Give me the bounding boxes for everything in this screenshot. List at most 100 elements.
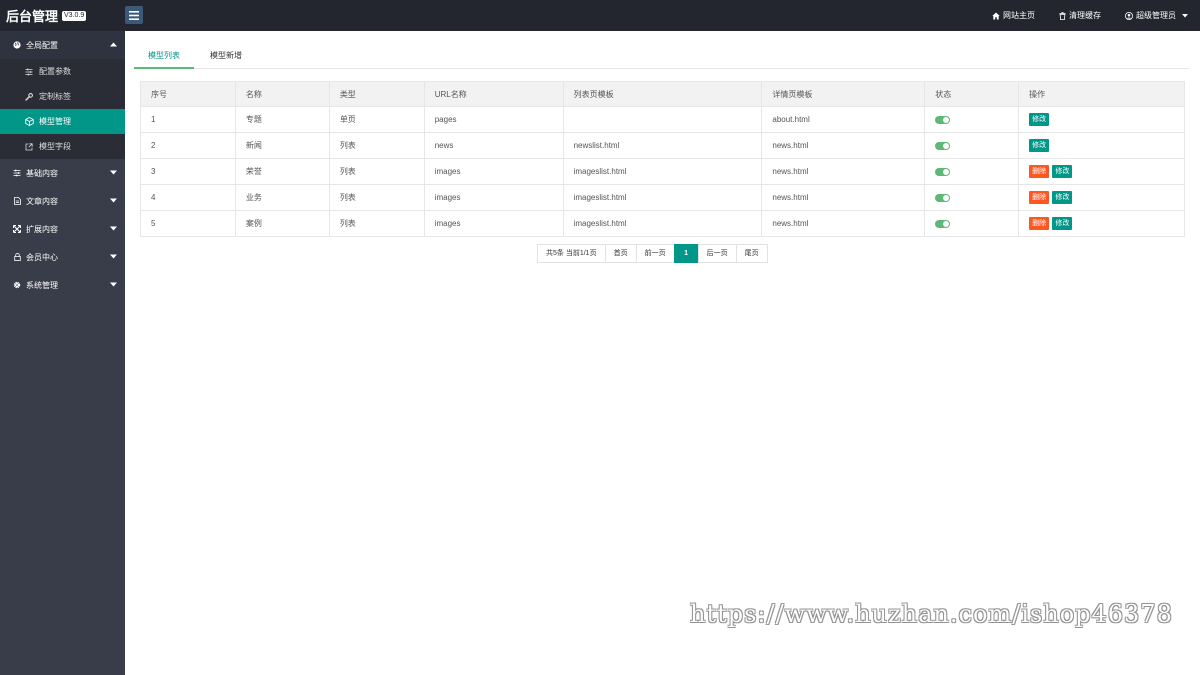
cell-status xyxy=(924,106,1020,133)
cube-icon xyxy=(24,117,34,127)
status-toggle[interactable] xyxy=(935,193,951,202)
cell-type: 列表 xyxy=(328,210,425,237)
cell-actions: 删除 修改 xyxy=(1018,158,1185,185)
tab-model-list[interactable]: 模型列表 xyxy=(134,44,194,69)
external-link-icon xyxy=(24,142,34,152)
cell-detail-template: about.html xyxy=(761,106,926,133)
gear-icon xyxy=(12,280,22,290)
cell-list-template xyxy=(562,106,763,133)
sidebar-group-basic-content[interactable]: 基础内容 xyxy=(0,159,125,187)
cell-id: 2 xyxy=(140,132,236,159)
sidebar-group-label: 基础内容 xyxy=(26,168,58,178)
clear-cache-link[interactable]: 清理缓存 xyxy=(1059,10,1101,21)
column-header-status: 状态 xyxy=(924,81,1020,107)
edit-button[interactable]: 修改 xyxy=(1029,139,1050,152)
caret-down-icon xyxy=(1182,13,1188,17)
cell-detail-template: news.html xyxy=(761,184,926,211)
table-row: 4 业务 列表 images imageslist.html news.html… xyxy=(140,184,1185,211)
table-row: 5 案例 列表 images imageslist.html news.html… xyxy=(140,210,1185,237)
sidebar-group-label: 系统管理 xyxy=(26,280,58,290)
cell-name: 新闻 xyxy=(234,132,330,159)
delete-button[interactable]: 删除 xyxy=(1029,217,1050,230)
status-toggle[interactable] xyxy=(935,115,951,124)
column-header-list-template: 列表页模板 xyxy=(562,81,763,107)
site-home-link[interactable]: 网站主页 xyxy=(992,10,1035,21)
cell-url-name: news xyxy=(423,132,564,159)
cell-list-template: imageslist.html xyxy=(562,158,763,185)
sidebar-item-custom-tags[interactable]: 定制标签 xyxy=(0,84,125,109)
cell-type: 单页 xyxy=(328,106,425,133)
document-icon xyxy=(12,196,22,206)
sidebar-item-model-management[interactable]: 模型管理 xyxy=(0,109,125,134)
status-toggle[interactable] xyxy=(935,141,951,150)
edit-button[interactable]: 修改 xyxy=(1052,165,1073,178)
cell-detail-template: news.html xyxy=(761,158,926,185)
cell-status xyxy=(924,210,1020,237)
sidebar-group-label: 会员中心 xyxy=(26,252,58,262)
version-badge: V3.0.9 xyxy=(62,10,87,21)
sidebar-group-label: 扩展内容 xyxy=(26,224,58,234)
tab-model-add[interactable]: 模型新增 xyxy=(196,44,256,69)
caret-down-icon xyxy=(110,198,117,203)
sidebar-item-model-fields[interactable]: 模型字段 xyxy=(0,134,125,159)
cell-url-name: pages xyxy=(423,106,564,133)
delete-button[interactable]: 删除 xyxy=(1029,165,1050,178)
wrench-icon xyxy=(24,92,34,102)
status-toggle[interactable] xyxy=(935,219,951,228)
cell-status xyxy=(924,158,1020,185)
sidebar-item-config-params[interactable]: 配置参数 xyxy=(0,59,125,84)
sidebar-group-label: 文章内容 xyxy=(26,196,58,206)
home-icon xyxy=(992,12,1000,19)
column-header-id: 序号 xyxy=(140,81,236,107)
site-home-label: 网站主页 xyxy=(1003,11,1035,20)
sidebar-toggle-button[interactable] xyxy=(125,6,143,24)
status-toggle[interactable] xyxy=(935,167,951,176)
cell-type: 列表 xyxy=(328,132,425,159)
sidebar-group-article-content[interactable]: 文章内容 xyxy=(0,187,125,215)
cell-url-name: images xyxy=(423,210,564,237)
sidebar-group-label: 全局配置 xyxy=(26,40,58,50)
edit-button[interactable]: 修改 xyxy=(1052,191,1073,204)
cell-id: 1 xyxy=(140,106,236,133)
cell-actions: 修改 xyxy=(1018,132,1185,159)
last-page-button[interactable]: 尾页 xyxy=(735,244,768,263)
top-header: 后台管理 V3.0.9 网站主页 清理缓存 超级管理员 xyxy=(0,0,1200,31)
user-icon xyxy=(1125,11,1133,20)
cell-type: 列表 xyxy=(328,158,425,185)
cell-type: 列表 xyxy=(328,184,425,211)
column-header-actions: 操作 xyxy=(1018,81,1185,107)
prev-page-button[interactable]: 前一页 xyxy=(635,244,675,263)
cell-url-name: images xyxy=(423,158,564,185)
admin-user-menu[interactable]: 超级管理员 xyxy=(1125,10,1188,21)
watermark-text: https://www.huzhan.com/ishop46378 xyxy=(690,600,1173,628)
next-page-button[interactable]: 后一页 xyxy=(697,244,737,263)
column-header-name: 名称 xyxy=(234,81,330,107)
caret-down-icon xyxy=(110,226,117,231)
sidebar-group-system-management[interactable]: 系统管理 xyxy=(0,271,125,299)
trash-icon xyxy=(1059,11,1066,20)
cell-name: 案例 xyxy=(234,210,330,237)
sidebar-item-label: 配置参数 xyxy=(39,67,71,76)
sidebar-group-extended-content[interactable]: 扩展内容 xyxy=(0,215,125,243)
cell-actions: 删除 修改 xyxy=(1018,210,1185,237)
caret-down-icon xyxy=(110,282,117,287)
clear-cache-label: 清理缓存 xyxy=(1069,11,1101,20)
model-table: 序号 名称 类型 URL名称 列表页模板 详情页模板 状态 操作 1 专题 单页… xyxy=(140,81,1185,237)
sliders-icon xyxy=(12,168,22,178)
edit-button[interactable]: 修改 xyxy=(1029,113,1050,126)
caret-down-icon xyxy=(110,170,117,175)
delete-button[interactable]: 删除 xyxy=(1029,191,1050,204)
cell-list-template: imageslist.html xyxy=(562,210,763,237)
edit-button[interactable]: 修改 xyxy=(1052,217,1073,230)
sliders-icon xyxy=(24,67,34,77)
cell-id: 4 xyxy=(140,184,236,211)
first-page-button[interactable]: 首页 xyxy=(604,244,637,263)
current-page-button[interactable]: 1 xyxy=(673,244,699,263)
cell-actions: 修改 xyxy=(1018,106,1185,133)
sidebar-group-member-center[interactable]: 会员中心 xyxy=(0,243,125,271)
sidebar-group-global-config[interactable]: 全局配置 xyxy=(0,31,125,59)
cell-status xyxy=(924,184,1020,211)
logo[interactable]: 后台管理 V3.0.9 xyxy=(6,0,87,31)
column-header-url-name: URL名称 xyxy=(423,81,564,107)
column-header-detail-template: 详情页模板 xyxy=(761,81,926,107)
